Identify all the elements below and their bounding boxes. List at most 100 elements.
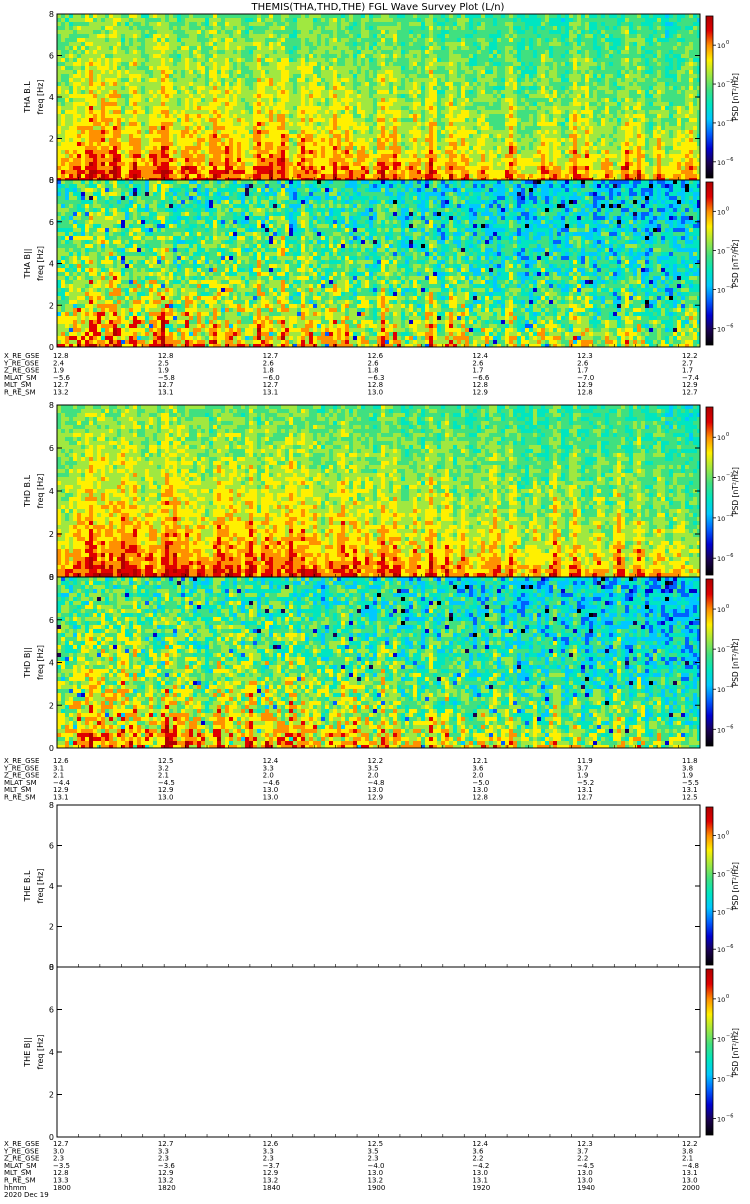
spectrogram-cell xyxy=(413,134,417,138)
spectrogram-cell xyxy=(381,50,385,54)
spectrogram-cell xyxy=(489,106,493,110)
spectrogram-cell xyxy=(189,34,193,38)
spectrogram-cell xyxy=(417,138,421,142)
spectrogram-cell xyxy=(469,110,473,114)
spectrogram-cell xyxy=(325,18,329,22)
spectrogram-cell xyxy=(261,30,265,34)
spectrogram-cell xyxy=(185,158,189,162)
spectrogram-cell xyxy=(205,98,209,102)
spectrogram-cell xyxy=(61,154,65,158)
spectrogram-cell xyxy=(197,166,201,170)
spectrogram-cell xyxy=(169,126,173,130)
spectrogram-cell xyxy=(429,106,433,110)
spectrogram-cell xyxy=(77,70,81,74)
spectrogram-cell xyxy=(97,162,101,166)
spectrogram-cell xyxy=(333,142,337,146)
spectrogram-cell xyxy=(177,102,181,106)
spectrogram-cell xyxy=(453,162,457,166)
spectrogram-cell xyxy=(317,146,321,150)
spectrogram-cell xyxy=(373,26,377,30)
spectrogram-cell xyxy=(321,174,325,178)
spectrogram-cell xyxy=(429,70,433,74)
spectrogram-cell xyxy=(373,110,377,114)
spectrogram-cell xyxy=(241,174,245,178)
spectrogram-cell xyxy=(225,78,229,82)
spectrogram-cell xyxy=(369,146,373,150)
spectrogram-cell xyxy=(113,138,117,142)
spectrogram-cell xyxy=(385,58,389,62)
spectrogram-cell xyxy=(181,154,185,158)
spectrogram-cell xyxy=(117,46,121,50)
spectrogram-cell xyxy=(113,46,117,50)
spectrogram-cell xyxy=(297,46,301,50)
spectrogram-cell xyxy=(273,122,277,126)
spectrogram-cell xyxy=(429,74,433,78)
spectrogram-cell xyxy=(101,138,105,142)
spectrogram-cell xyxy=(441,58,445,62)
spectrogram-cell xyxy=(197,62,201,66)
spectrogram-cell xyxy=(181,30,185,34)
spectrogram-cell xyxy=(217,146,221,150)
spectrogram-cell xyxy=(481,114,485,118)
spectrogram-cell xyxy=(297,54,301,58)
spectrogram-cell xyxy=(189,90,193,94)
spectrogram-cell xyxy=(293,130,297,134)
spectrogram-cell xyxy=(233,86,237,90)
spectrogram-cell xyxy=(141,18,145,22)
spectrogram-cell xyxy=(301,22,305,26)
spectrogram-cell xyxy=(277,158,281,162)
spectrogram-cell xyxy=(201,46,205,50)
spectrogram-cell xyxy=(473,162,477,166)
spectrogram-cell xyxy=(69,54,73,58)
spectrogram-cell xyxy=(445,54,449,58)
spectrogram-cell xyxy=(253,70,257,74)
spectrogram-cell xyxy=(293,138,297,142)
spectrogram-cell xyxy=(225,126,229,130)
spectrogram-cell xyxy=(417,42,421,46)
spectrogram-cell xyxy=(305,46,309,50)
spectrogram-cell xyxy=(77,134,81,138)
spectrogram-cell xyxy=(173,34,177,38)
spectrogram-cell xyxy=(221,66,225,70)
spectrogram-cell xyxy=(497,142,501,146)
spectrogram-cell xyxy=(445,110,449,114)
spectrogram-cell xyxy=(317,18,321,22)
spectrogram-cell xyxy=(289,50,293,54)
spectrogram-cell xyxy=(201,114,205,118)
spectrogram-cell xyxy=(165,126,169,130)
spectrogram-cell xyxy=(361,154,365,158)
spectrogram-cell xyxy=(317,14,321,18)
spectrogram-cell xyxy=(325,162,329,166)
spectrogram-cell xyxy=(229,58,233,62)
spectrogram-cell xyxy=(473,146,477,150)
spectrogram-cell xyxy=(89,82,93,86)
spectrogram-cell xyxy=(141,90,145,94)
spectrogram-cell xyxy=(81,94,85,98)
spectrogram-cell xyxy=(509,74,513,78)
spectrogram-cell xyxy=(349,34,353,38)
spectrogram-cell xyxy=(445,134,449,138)
spectrogram-cell xyxy=(309,114,313,118)
spectrogram-cell xyxy=(193,38,197,42)
spectrogram-cell xyxy=(469,142,473,146)
spectrogram-cell xyxy=(457,14,461,18)
spectrogram-cell xyxy=(417,162,421,166)
spectrogram-cell xyxy=(329,26,333,30)
spectrogram-cell xyxy=(133,90,137,94)
spectrogram-cell xyxy=(229,114,233,118)
spectrogram-cell xyxy=(197,106,201,110)
spectrogram-cell xyxy=(381,42,385,46)
spectrogram-cell xyxy=(309,42,313,46)
spectrogram-cell xyxy=(457,174,461,178)
spectrogram-cell xyxy=(65,46,69,50)
spectrogram-cell xyxy=(277,102,281,106)
spectrogram-cell xyxy=(201,62,205,66)
spectrogram-cell xyxy=(461,130,465,134)
spectrogram-cell xyxy=(293,118,297,122)
spectrogram-cell xyxy=(501,14,505,18)
spectrogram-cell xyxy=(445,158,449,162)
spectrogram-cell xyxy=(109,70,113,74)
spectrogram-cell xyxy=(441,62,445,66)
spectrogram-cell xyxy=(441,114,445,118)
spectrogram-cell xyxy=(309,166,313,170)
